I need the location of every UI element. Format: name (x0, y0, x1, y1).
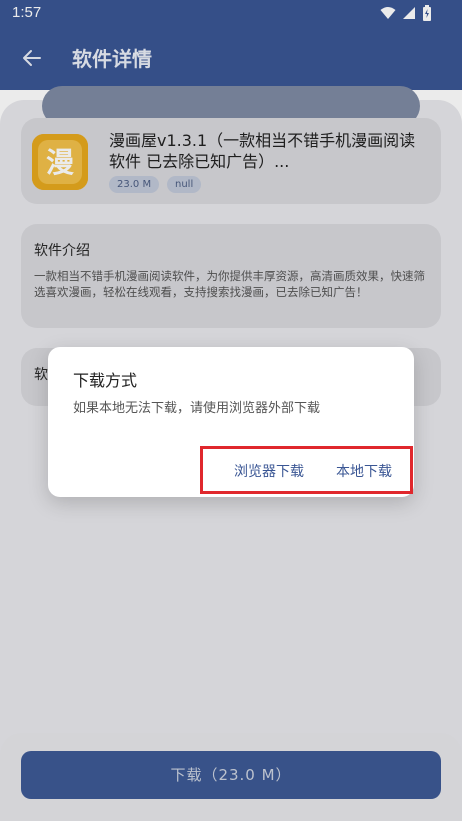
dialog-title: 下载方式 (73, 371, 138, 390)
browser-download-button[interactable]: 浏览器下载 (234, 461, 304, 481)
dialog-message: 如果本地无法下载，请使用浏览器外部下载 (73, 401, 321, 416)
local-download-button[interactable]: 本地下载 (336, 461, 392, 481)
download-method-dialog: 下载方式 如果本地无法下载，请使用浏览器外部下载 浏览器下载 本地下载 (48, 347, 414, 497)
